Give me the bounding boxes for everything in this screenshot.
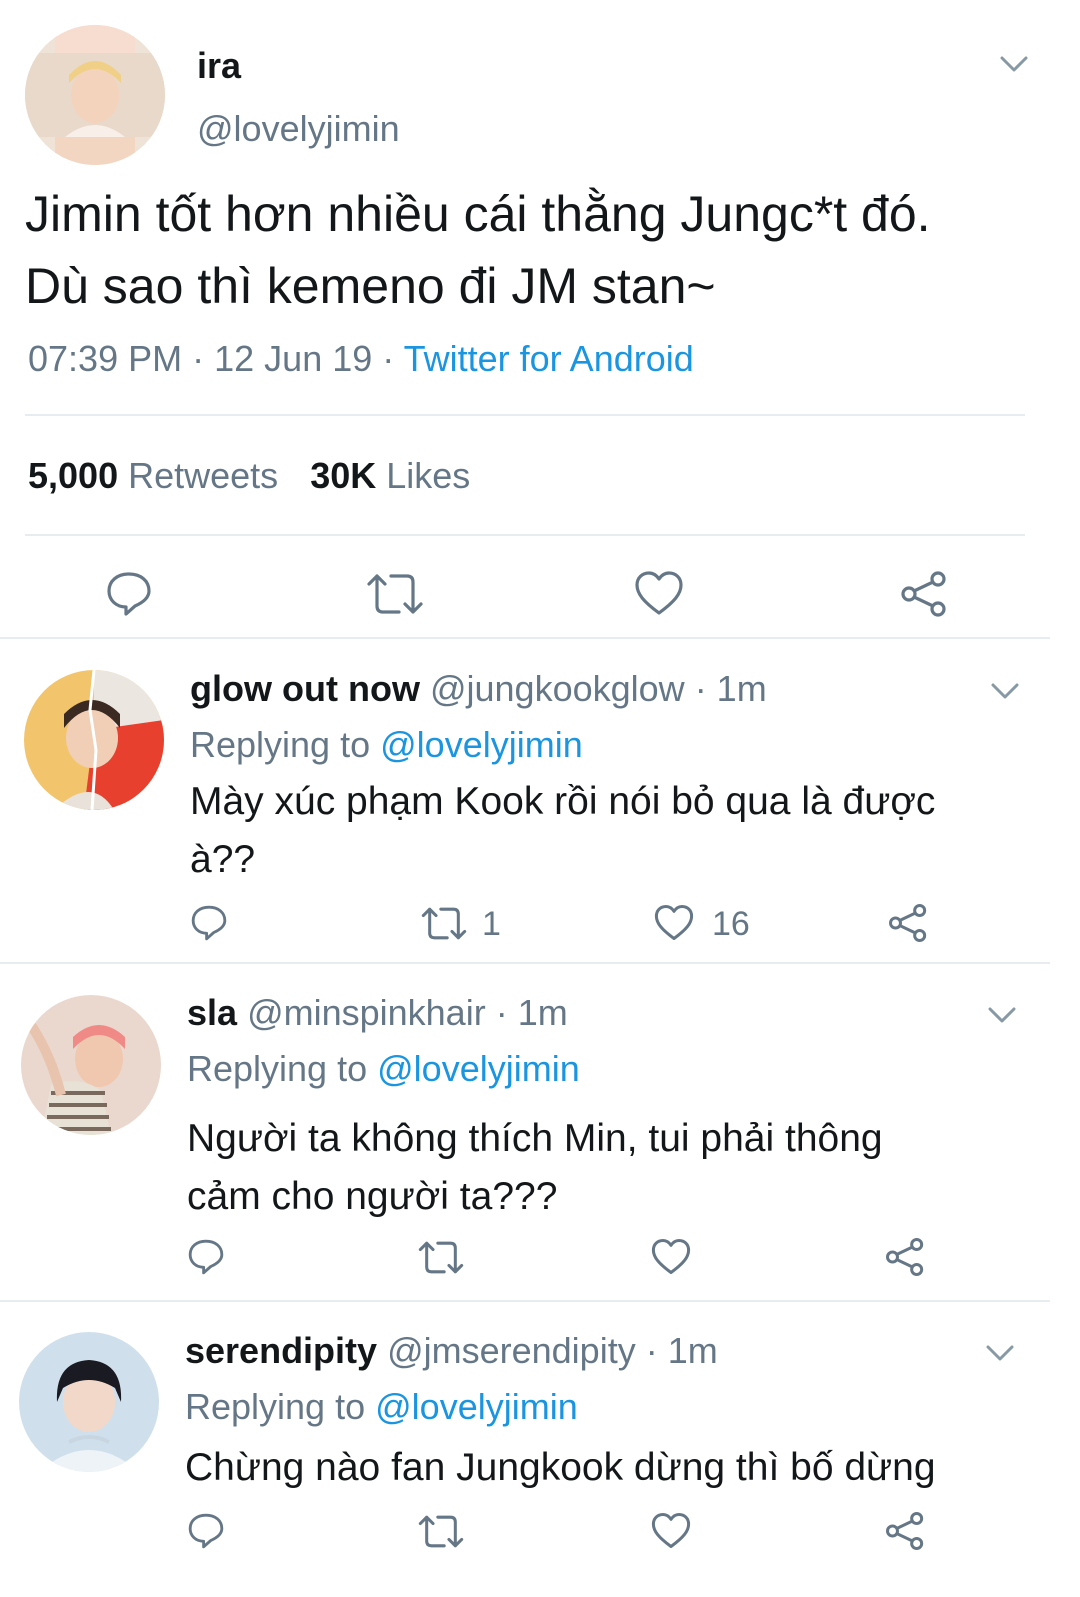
reply-icon[interactable] <box>190 904 228 942</box>
reply-text-line2: à?? <box>190 838 256 881</box>
reply-time[interactable]: · 1m <box>695 668 767 709</box>
reply-author-name[interactable]: glow out now <box>190 668 420 709</box>
meta-separator: · <box>382 338 395 379</box>
replying-to-label: Replying to <box>190 724 371 765</box>
chevron-down-icon[interactable] <box>987 1006 1017 1024</box>
tweet-source[interactable]: Twitter for Android <box>404 338 694 379</box>
tweet-stats: 5,000 Retweets 30K Likes <box>28 455 470 497</box>
divider <box>0 962 1050 964</box>
share-icon[interactable] <box>885 1511 925 1551</box>
reply-author-name[interactable]: serendipity <box>185 1330 377 1371</box>
tweet-time[interactable]: 07:39 PM <box>28 338 182 379</box>
replying-to: Replying to @lovelyjimin <box>190 724 583 766</box>
retweet-icon[interactable] <box>365 572 425 616</box>
like-icon[interactable] <box>634 570 684 616</box>
tweet-text-line2: Dù sao thì kemeno đi JM stan~ <box>25 258 716 314</box>
like-count: 16 <box>712 905 750 943</box>
likes-stat[interactable]: 30K Likes <box>310 455 470 496</box>
reply-icon[interactable] <box>187 1512 225 1550</box>
avatar[interactable] <box>21 995 161 1135</box>
reply-author-name[interactable]: sla <box>187 992 237 1033</box>
retweets-count: 5,000 <box>28 455 119 496</box>
like-icon[interactable] <box>654 904 694 941</box>
reply-icon[interactable] <box>187 1238 225 1276</box>
author-handle[interactable]: @lovelyjimin <box>197 108 400 150</box>
reply-author-handle[interactable]: @minspinkhair <box>247 992 486 1033</box>
share-icon[interactable] <box>900 570 948 618</box>
like-icon[interactable] <box>651 1512 691 1549</box>
meta-separator: · <box>192 338 205 379</box>
reply-author-handle[interactable]: @jungkookglow <box>430 668 685 709</box>
reply-header: serendipity @jmserendipity · 1m <box>185 1330 718 1372</box>
tweet-text-line1: Jimin tốt hơn nhiều cái thằng Jungc*t đó… <box>25 186 931 242</box>
tweet-meta: 07:39 PM · 12 Jun 19 · Twitter for Andro… <box>28 338 694 380</box>
reply-icon[interactable] <box>105 570 153 618</box>
chevron-down-icon[interactable] <box>985 1344 1015 1362</box>
share-icon[interactable] <box>885 1237 925 1277</box>
chevron-down-icon[interactable] <box>999 55 1029 73</box>
reply-text-line1: Người ta không thích Min, tui phải thông <box>187 1117 883 1160</box>
avatar[interactable] <box>19 1332 159 1472</box>
divider <box>25 414 1025 416</box>
tweet-date[interactable]: 12 Jun 19 <box>214 338 372 379</box>
divider <box>25 534 1025 536</box>
avatar[interactable] <box>25 25 165 165</box>
retweets-stat[interactable]: 5,000 Retweets <box>28 455 288 496</box>
chevron-down-icon[interactable] <box>990 682 1020 700</box>
reply-time[interactable]: · 1m <box>646 1330 718 1371</box>
reply-text-line1: Chừng nào fan Jungkook dừng thì bố dừng <box>185 1446 936 1489</box>
reply-text-line2: cảm cho người ta??? <box>187 1175 558 1218</box>
like-icon[interactable] <box>651 1238 691 1275</box>
reply-header: glow out now @jungkookglow · 1m <box>190 668 767 710</box>
replying-to-handle[interactable]: @lovelyjimin <box>375 1386 578 1427</box>
likes-count: 30K <box>310 455 377 496</box>
replying-to: Replying to @lovelyjimin <box>187 1048 580 1090</box>
divider <box>0 637 1050 639</box>
reply-text-line1: Mày xúc phạm Kook rồi nói bỏ qua là được <box>190 780 936 823</box>
retweet-count: 1 <box>482 905 501 943</box>
retweets-label: Retweets <box>128 455 279 496</box>
reply-author-handle[interactable]: @jmserendipity <box>387 1330 636 1371</box>
divider <box>0 1300 1050 1302</box>
share-icon[interactable] <box>888 903 928 943</box>
replying-to-handle[interactable]: @lovelyjimin <box>377 1048 580 1089</box>
replying-to-label: Replying to <box>185 1386 366 1427</box>
reply-time[interactable]: · 1m <box>496 992 568 1033</box>
reply-header: sla @minspinkhair · 1m <box>187 992 568 1034</box>
replying-to: Replying to @lovelyjimin <box>185 1386 578 1428</box>
likes-label: Likes <box>386 455 471 496</box>
replying-to-label: Replying to <box>187 1048 368 1089</box>
replying-to-handle[interactable]: @lovelyjimin <box>380 724 583 765</box>
retweet-icon[interactable] <box>417 1240 465 1275</box>
retweet-icon[interactable] <box>420 906 468 941</box>
avatar[interactable] <box>24 670 164 810</box>
author-name[interactable]: ira <box>197 45 241 87</box>
retweet-icon[interactable] <box>417 1514 465 1549</box>
